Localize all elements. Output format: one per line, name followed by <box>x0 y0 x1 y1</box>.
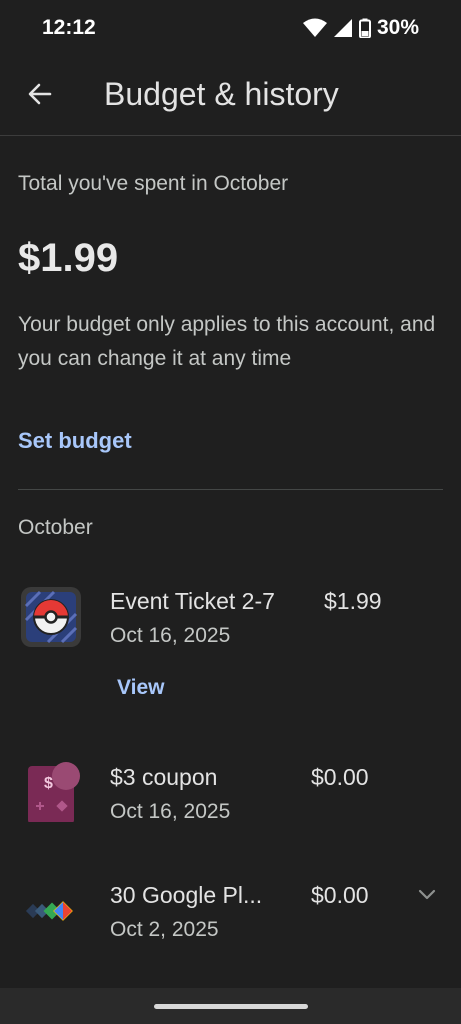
transaction-row[interactable]: 30 Google Pl... Oct 2, 2025 $0.00 <box>0 874 461 974</box>
coupon-icon: $ <box>20 760 82 824</box>
status-icons: 30% <box>302 16 419 40</box>
transaction-price: $0.00 <box>311 882 369 908</box>
transaction-date: Oct 16, 2025 <box>110 624 231 647</box>
month-heading: October <box>18 516 93 539</box>
battery-icon <box>358 18 371 38</box>
back-button[interactable] <box>22 78 58 114</box>
transaction-price: $1.99 <box>324 588 382 614</box>
transaction-price: $0.00 <box>311 764 369 790</box>
pokemon-go-app-icon <box>20 586 82 648</box>
transaction-date: Oct 16, 2025 <box>110 800 231 823</box>
chevron-down-icon[interactable] <box>415 882 439 906</box>
page-title: Budget & history <box>104 76 339 112</box>
set-budget-button[interactable]: Set budget <box>18 428 132 454</box>
wifi-icon <box>302 18 327 38</box>
transaction-title: 30 Google Pl... <box>110 882 263 908</box>
transaction-row[interactable]: $ $3 coupon Oct 16, 2025 $0.00 <box>0 756 461 856</box>
status-time: 12:12 <box>42 16 96 39</box>
spent-label: Total you've spent in October <box>18 172 289 195</box>
signal-icon <box>333 18 353 38</box>
divider <box>18 489 443 490</box>
view-button[interactable]: View <box>117 676 164 700</box>
transaction-row[interactable]: Event Ticket 2-7 Oct 16, 2025 $1.99 View <box>0 580 461 710</box>
gesture-handle[interactable] <box>154 1004 308 1009</box>
transaction-title: $3 coupon <box>110 764 218 790</box>
coupon-icon-symbol: $ <box>44 775 53 792</box>
budget-note: Your budget only applies to this account… <box>18 313 436 370</box>
app-bar: Budget & history <box>0 56 461 136</box>
navigation-bar <box>0 988 461 1024</box>
status-bar: 12:12 30% <box>0 0 461 56</box>
spent-amount: $1.99 <box>18 236 119 280</box>
transaction-title: Event Ticket 2-7 <box>110 588 275 614</box>
arrow-back-icon <box>26 80 54 113</box>
battery-percent: 30% <box>376 16 419 39</box>
transaction-date: Oct 2, 2025 <box>110 918 219 941</box>
google-play-points-icon <box>20 880 82 942</box>
